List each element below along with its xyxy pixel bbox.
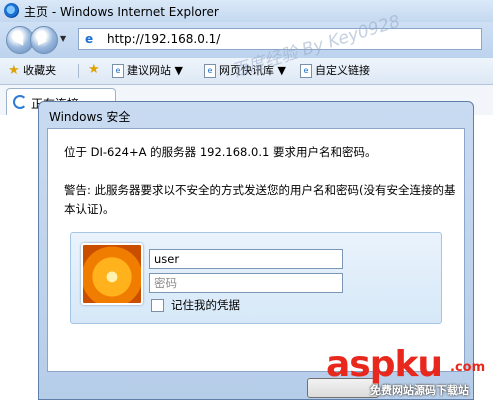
favorites-item-suggested-sites[interactable]: e 建议网站 ▼ (112, 62, 183, 80)
remember-credentials-checkbox[interactable] (151, 299, 164, 312)
favorites-star-icon: ★ (8, 63, 20, 78)
address-text[interactable]: http://192.168.0.1/ (107, 32, 220, 46)
page-icon: e (300, 64, 312, 78)
dialog-warning: 警告: 此服务器要求以不安全的方式发送您的用户名和密码(没有安全连接的基本认证)… (64, 183, 456, 216)
username-field[interactable]: user (149, 249, 343, 269)
credential-tile[interactable]: user 密码 记住我的凭据 (70, 232, 442, 324)
page-icon: e (204, 64, 216, 78)
recent-pages-dropdown-icon[interactable]: ▼ (60, 34, 66, 43)
forward-arrow-icon: ▶ (38, 33, 48, 47)
remember-credentials-label: 记住我的凭据 (171, 298, 240, 312)
favorites-item-custom-links[interactable]: e 自定义链接 (300, 62, 370, 80)
site-logo-suffix: .com (450, 360, 486, 375)
back-arrow-icon: ◀ (14, 33, 24, 47)
internet-explorer-icon (4, 3, 19, 18)
dialog-body: 位于 DI-624+A 的服务器 192.168.0.1 要求用户名和密码。 警… (47, 128, 465, 372)
password-field[interactable]: 密码 (149, 273, 343, 293)
favorites-item-label: 自定义链接 (315, 64, 370, 77)
favorites-item-label: 建议网站 ▼ (127, 64, 183, 77)
favorites-button[interactable]: ★ 收藏夹 (8, 62, 56, 80)
site-logo: aspku (326, 344, 443, 385)
dialog-title: Windows 安全 (49, 110, 131, 124)
toolbar-separator (78, 64, 79, 78)
site-logo-tagline: 免费网站源码下载站 (370, 384, 469, 397)
add-favorite-star-icon: ★ (88, 62, 100, 77)
loading-spinner-icon (13, 95, 27, 109)
dialog-message: 位于 DI-624+A 的服务器 192.168.0.1 要求用户名和密码。 (64, 145, 377, 159)
window-title: 主页 - Windows Internet Explorer (24, 5, 219, 19)
page-icon: e (112, 64, 124, 78)
forward-button[interactable]: ▶ (30, 26, 58, 54)
page-icon: e (85, 32, 94, 46)
add-to-favorites-button[interactable]: ★ (88, 62, 100, 80)
window-titlebar: 主页 - Windows Internet Explorer (0, 0, 493, 22)
favorites-label: 收藏夹 (23, 64, 57, 77)
user-avatar-icon (81, 243, 143, 305)
